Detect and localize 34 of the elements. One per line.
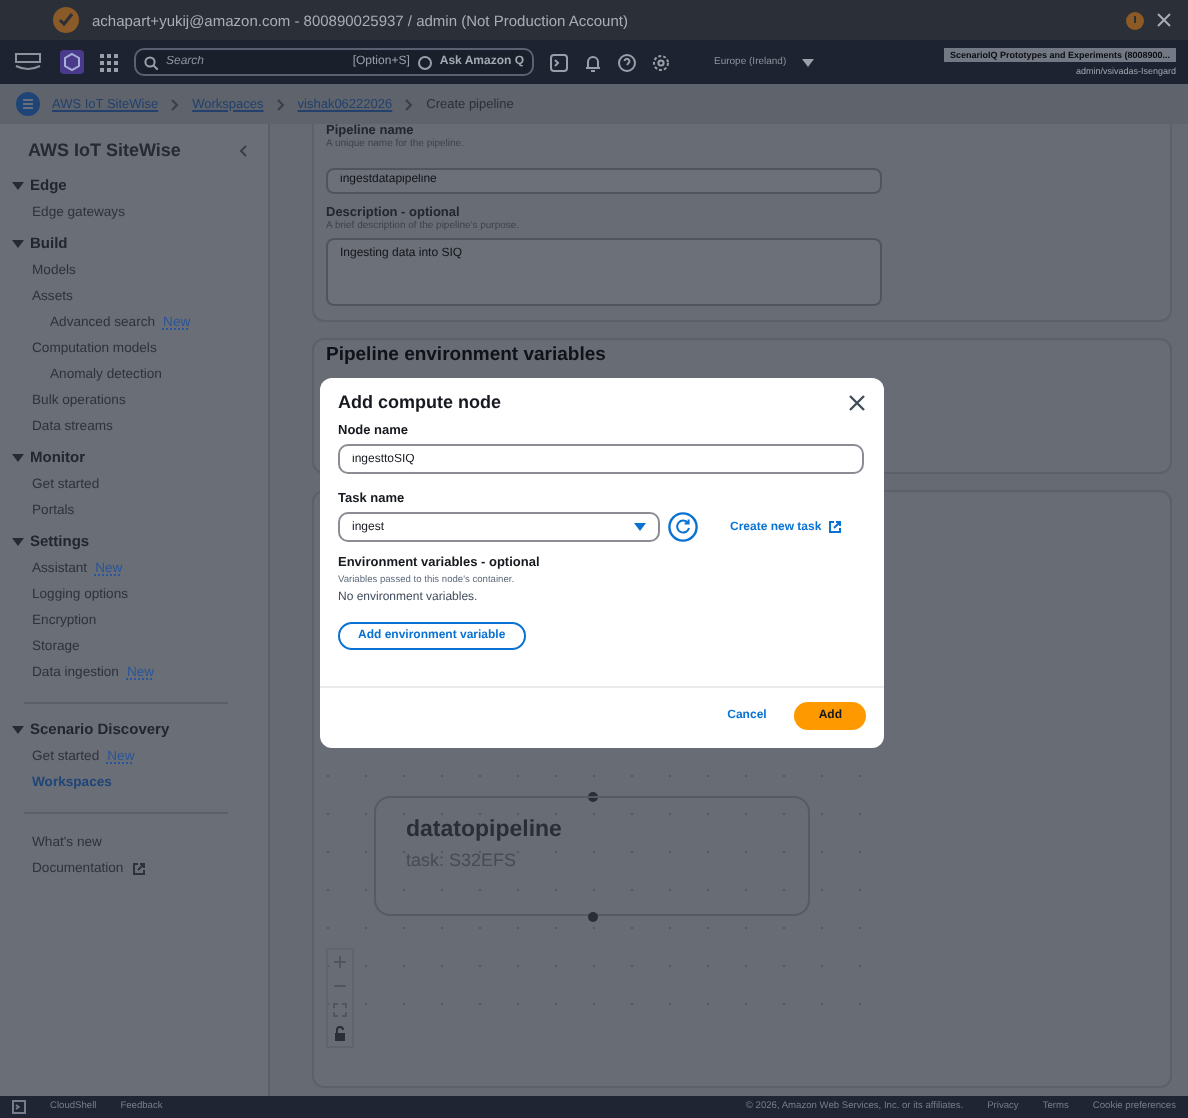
- card-title: Pipeline environment variables: [326, 344, 608, 366]
- expanded-triangle-icon[interactable]: [12, 179, 24, 191]
- expanded-triangle-icon[interactable]: [12, 535, 24, 547]
- expanded-triangle-icon[interactable]: [12, 723, 24, 735]
- collapse-icon[interactable]: [238, 143, 248, 157]
- external-link-icon: [827, 520, 842, 534]
- settings-icon[interactable]: [652, 53, 670, 71]
- cloudshell-icon[interactable]: [12, 1100, 26, 1114]
- alert-icon: [1126, 11, 1144, 29]
- bell-icon[interactable]: [584, 53, 602, 71]
- node-handle[interactable]: [588, 792, 598, 802]
- caret-icon: [634, 522, 646, 532]
- menu-icon[interactable]: [16, 92, 40, 116]
- close-icon[interactable]: [1156, 12, 1172, 28]
- grid-menu-icon[interactable]: [100, 53, 118, 71]
- dialog-title: Add compute node: [338, 392, 501, 412]
- chevron-icon: [404, 97, 415, 111]
- q-icon: [417, 55, 432, 69]
- caret-icon: [802, 57, 815, 67]
- hexagon-app-icon[interactable]: [60, 50, 84, 74]
- chevron-icon: [170, 97, 181, 111]
- help-icon[interactable]: [618, 53, 636, 71]
- sidebar-title: AWS IoT SiteWise: [28, 140, 181, 160]
- refresh-icon[interactable]: [668, 512, 698, 542]
- close-icon[interactable]: [848, 393, 866, 411]
- expanded-triangle-icon[interactable]: [12, 237, 24, 249]
- external-link-icon: [131, 862, 146, 876]
- search-icon: [144, 55, 158, 69]
- node-title: datatopipeline: [406, 818, 564, 842]
- logo-icon: [52, 6, 80, 34]
- expanded-triangle-icon[interactable]: [12, 451, 24, 463]
- chevron-icon: [275, 97, 286, 111]
- node-handle[interactable]: [588, 912, 598, 922]
- terminal-icon[interactable]: [550, 53, 568, 71]
